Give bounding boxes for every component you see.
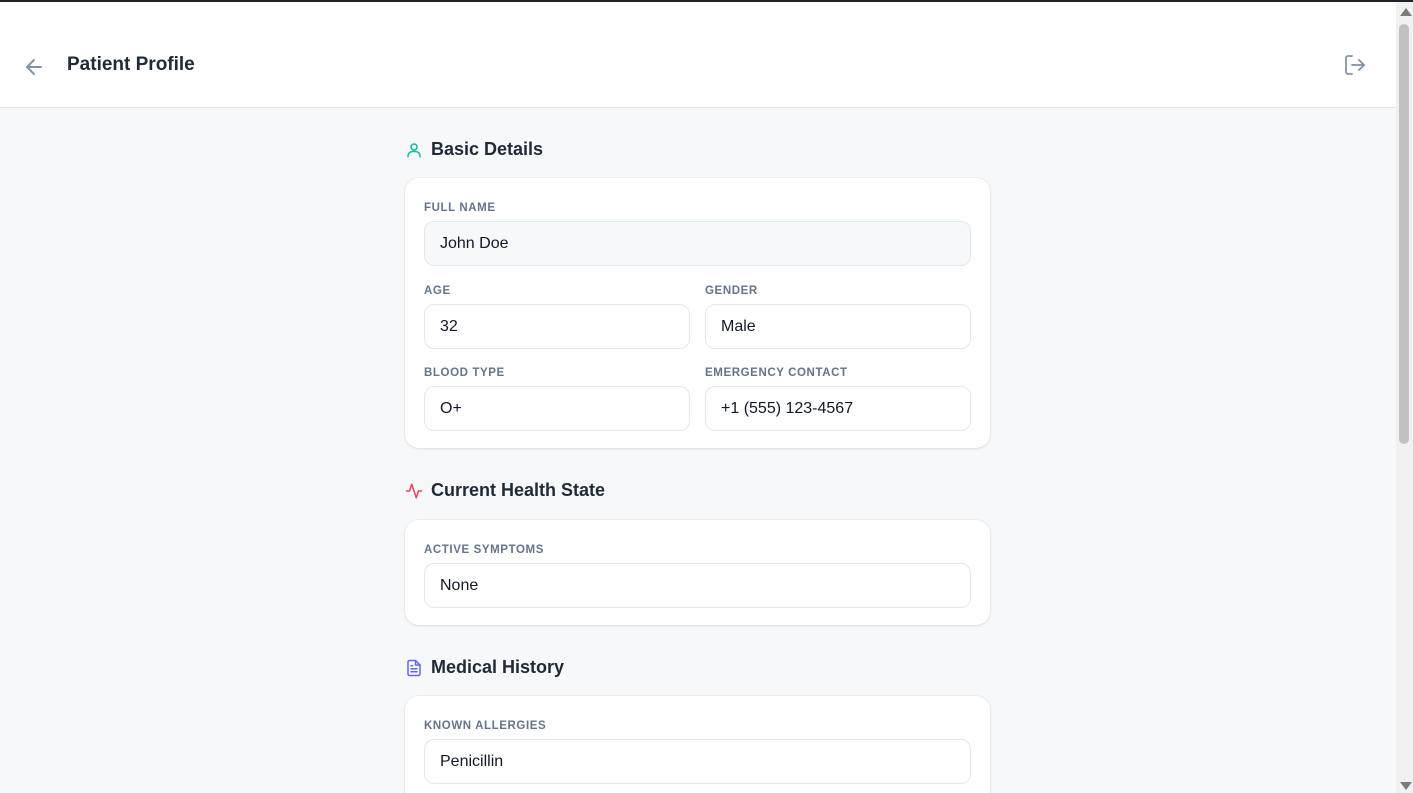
known-allergies-label: KNOWN ALLERGIES: [424, 720, 547, 732]
document-icon: [407, 659, 421, 676]
known-allergies-field: KNOWN ALLERGIES Penicillin: [424, 720, 971, 784]
gender-field: GENDER Male: [705, 285, 971, 349]
page-title: Patient Profile: [67, 54, 195, 75]
age-label: AGE: [424, 285, 451, 297]
medical-history-card: KNOWN ALLERGIES Penicillin: [405, 696, 990, 793]
active-symptoms-label: ACTIVE SYMPTOMS: [424, 544, 544, 556]
scrollbar-thumb[interactable]: [1399, 24, 1409, 444]
medical-history-title: Medical History: [431, 657, 565, 677]
basic-details-title: Basic Details: [431, 139, 544, 159]
scroll-down-arrow-icon[interactable]: [1400, 782, 1412, 790]
age-input[interactable]: 32: [424, 304, 690, 349]
emergency-contact-field: EMERGENCY CONTACT +1 (555) 123-4567: [705, 367, 971, 431]
gender-label: GENDER: [705, 285, 758, 297]
age-field: AGE 32: [424, 285, 690, 349]
full-name-input[interactable]: John Doe: [424, 221, 971, 266]
health-state-card: ACTIVE SYMPTOMS None: [405, 520, 990, 625]
health-state-title: Current Health State: [431, 480, 606, 500]
active-symptoms-input[interactable]: None: [424, 563, 971, 608]
activity-icon: [405, 483, 423, 498]
arrow-left-icon: [26, 59, 42, 75]
vertical-scrollbar[interactable]: [1396, 2, 1413, 793]
scroll-up-arrow-icon[interactable]: [1400, 8, 1412, 16]
blood-type-field: BLOOD TYPE O+: [424, 367, 690, 431]
emergency-contact-input[interactable]: +1 (555) 123-4567: [705, 386, 971, 431]
top-header: Patient Profile: [0, 2, 1396, 108]
full-name-label: FULL NAME: [424, 202, 496, 214]
known-allergies-input[interactable]: Penicillin: [424, 739, 971, 784]
gender-input[interactable]: Male: [705, 304, 971, 349]
basic-details-heading: Basic Details: [405, 139, 543, 160]
user-icon: [407, 142, 421, 157]
logout-icon: [1345, 55, 1365, 75]
blood-type-input[interactable]: O+: [424, 386, 690, 431]
medical-history-heading: Medical History: [405, 657, 564, 678]
back-button[interactable]: [22, 55, 46, 79]
basic-details-card: FULL NAME John Doe AGE 32 GENDER Male BL…: [405, 178, 990, 448]
full-name-field: FULL NAME John Doe: [424, 202, 971, 266]
health-state-heading: Current Health State: [405, 480, 605, 501]
logout-button[interactable]: [1343, 53, 1367, 77]
emergency-contact-label: EMERGENCY CONTACT: [705, 367, 848, 379]
blood-type-label: BLOOD TYPE: [424, 367, 505, 379]
active-symptoms-field: ACTIVE SYMPTOMS None: [424, 544, 971, 608]
